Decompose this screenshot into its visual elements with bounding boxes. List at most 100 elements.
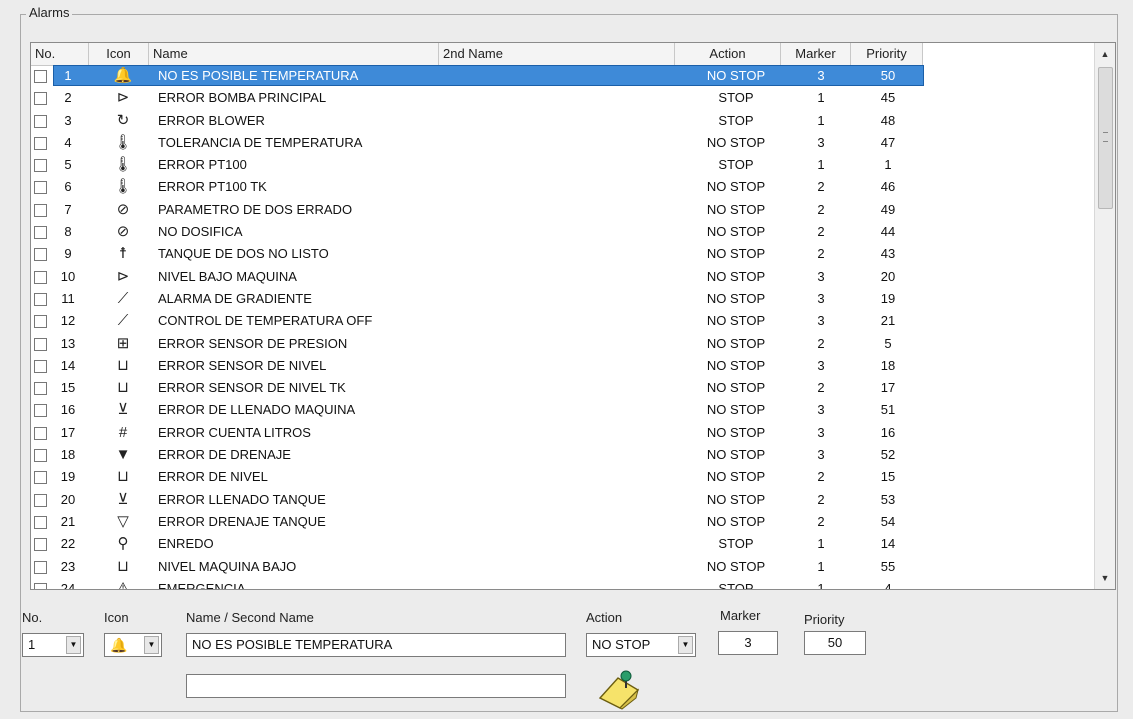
table-row[interactable]: 24 ⚠ EMERGENCIA STOP 1 4 (31, 578, 1091, 590)
table-row[interactable]: 14 ⊔ ERROR SENSOR DE NIVEL NO STOP 3 18 (31, 355, 1091, 377)
thermometer-icon: 🌡 (113, 178, 133, 196)
table-row[interactable]: 16 ⊻ ERROR DE LLENADO MAQUINA NO STOP 3 51 (31, 399, 1091, 421)
table-row[interactable]: 11 ⟋ ALARMA DE GRADIENTE NO STOP 3 19 (31, 288, 1091, 310)
table-row[interactable]: 18 ▼ ERROR DE DRENAJE NO STOP 3 52 (31, 444, 1091, 466)
action-select[interactable]: NO STOP ▼ (586, 633, 696, 657)
row-marker: 1 (817, 112, 825, 128)
row-checkbox[interactable] (34, 248, 47, 262)
table-row[interactable]: 6 🌡 ERROR PT100 TK NO STOP 2 46 (31, 176, 1091, 198)
row-checkbox[interactable] (34, 337, 47, 351)
name-input[interactable]: NO ES POSIBLE TEMPERATURA (186, 633, 566, 657)
table-row[interactable]: 22 ⚲ ENREDO STOP 1 14 (31, 533, 1091, 555)
table-row[interactable]: 13 ⊞ ERROR SENSOR DE PRESION NO STOP 2 5 (31, 333, 1091, 355)
row-marker: 3 (817, 424, 825, 440)
dosing-icon: ⊘ (116, 200, 130, 218)
vertical-scrollbar[interactable]: ▲ ▼ (1094, 43, 1115, 589)
table-row[interactable]: 1 🔔 NO ES POSIBLE TEMPERATURA NO STOP 3 50 (31, 65, 1091, 87)
row-priority: 4 (884, 580, 892, 590)
header-priority[interactable]: Priority (851, 43, 923, 65)
row-checkbox[interactable] (34, 493, 47, 507)
row-checkbox[interactable] (34, 292, 47, 306)
row-checkbox[interactable] (34, 449, 47, 463)
note-pin-icon[interactable] (596, 668, 642, 710)
table-row[interactable]: 5 🌡 ERROR PT100 STOP 1 1 (31, 154, 1091, 176)
row-action: NO STOP (706, 68, 766, 83)
table-row[interactable]: 7 ⊘ PARAMETRO DE DOS ERRADO NO STOP 2 49 (31, 199, 1091, 221)
row-checkbox[interactable] (34, 538, 47, 552)
row-priority: 50 (880, 68, 896, 83)
row-name: ERROR DE NIVEL (158, 469, 268, 485)
drain-icon: ▼ (115, 446, 131, 464)
row-checkbox[interactable] (34, 426, 47, 440)
row-checkbox[interactable] (34, 560, 47, 574)
header-action[interactable]: Action (675, 43, 781, 65)
gradient-icon: ⟋ (117, 312, 129, 330)
row-name: ALARMA DE GRADIENTE (158, 290, 312, 306)
header-icon[interactable]: Icon (89, 43, 149, 65)
alarm-list[interactable]: No. Icon Name 2nd Name Action Marker Pri… (30, 42, 1116, 590)
row-priority: 52 (880, 447, 896, 463)
row-checkbox[interactable] (34, 471, 47, 485)
row-checkbox[interactable] (34, 226, 47, 240)
alarm-list-header: No. Icon Name 2nd Name Action Marker Pri… (31, 43, 923, 66)
row-checkbox[interactable] (34, 382, 47, 396)
table-row[interactable]: 19 ⊔ ERROR DE NIVEL NO STOP 2 15 (31, 466, 1091, 488)
table-row[interactable]: 20 ⊻ ERROR LLENADO TANQUE NO STOP 2 53 (31, 489, 1091, 511)
table-row[interactable]: 10 ⊳ NIVEL BAJO MAQUINA NO STOP 3 20 (31, 266, 1091, 288)
row-number: 17 (60, 424, 76, 440)
row-checkbox[interactable] (34, 515, 47, 529)
alarm-rows: 1 🔔 NO ES POSIBLE TEMPERATURA NO STOP 3 50 2 ⊳ E… (31, 65, 1091, 590)
row-checkbox[interactable] (34, 404, 47, 418)
row-number: 3 (64, 112, 72, 128)
table-row[interactable]: 12 ⟋ CONTROL DE TEMPERATURA OFF NO STOP 3 21 (31, 310, 1091, 332)
row-action: NO STOP (706, 268, 766, 284)
level-sensor-icon: ⊔ (117, 356, 129, 374)
table-row[interactable]: 2 ⊳ ERROR BOMBA PRINCIPAL STOP 1 45 (31, 87, 1091, 109)
header-second-name[interactable]: 2nd Name (439, 43, 675, 65)
table-row[interactable]: 21 ▽ ERROR DRENAJE TANQUE NO STOP 2 54 (31, 511, 1091, 533)
row-checkbox[interactable] (34, 92, 47, 106)
row-priority: 16 (880, 424, 896, 440)
table-row[interactable]: 17 # ERROR CUENTA LITROS NO STOP 3 16 (31, 422, 1091, 444)
row-priority: 43 (880, 246, 896, 262)
row-checkbox[interactable] (34, 136, 47, 150)
row-action: STOP (718, 536, 754, 552)
table-row[interactable]: 4 🌡 TOLERANCIA DE TEMPERATURA NO STOP 3 47 (31, 132, 1091, 154)
header-no[interactable]: No. (31, 43, 89, 65)
row-number: 13 (60, 335, 76, 351)
row-checkbox[interactable] (34, 315, 47, 329)
row-checkbox[interactable] (34, 181, 47, 195)
row-checkbox[interactable] (34, 159, 47, 173)
row-checkbox[interactable] (34, 270, 47, 284)
table-row[interactable]: 8 ⊘ NO DOSIFICA NO STOP 2 44 (31, 221, 1091, 243)
row-action: NO STOP (706, 357, 766, 373)
table-row[interactable]: 9 ☨ TANQUE DE DOS NO LISTO NO STOP 2 43 (31, 243, 1091, 265)
chevron-down-icon[interactable]: ▼ (678, 636, 693, 654)
row-marker: 2 (817, 380, 825, 396)
header-marker[interactable]: Marker (781, 43, 851, 65)
row-checkbox[interactable] (34, 114, 47, 128)
row-checkbox[interactable] (34, 203, 47, 217)
chevron-down-icon[interactable]: ▼ (66, 636, 81, 654)
second-name-input[interactable] (186, 674, 566, 698)
table-row[interactable]: 15 ⊔ ERROR SENSOR DE NIVEL TK NO STOP 2 17 (31, 377, 1091, 399)
row-number: 15 (60, 380, 76, 396)
header-name[interactable]: Name (149, 43, 439, 65)
row-checkbox[interactable] (34, 70, 47, 83)
row-action: NO STOP (706, 335, 766, 351)
row-checkbox[interactable] (34, 359, 47, 373)
no-select[interactable]: 1 ▼ (22, 633, 84, 657)
row-priority: 47 (880, 134, 896, 150)
scroll-thumb[interactable] (1098, 67, 1113, 209)
table-row[interactable]: 23 ⊔ NIVEL MAQUINA BAJO NO STOP 1 55 (31, 556, 1091, 578)
row-action: NO STOP (706, 424, 766, 440)
row-checkbox[interactable] (34, 582, 47, 589)
scroll-up-icon[interactable]: ▲ (1095, 45, 1115, 63)
table-row[interactable]: 3 ↻ ERROR BLOWER STOP 1 48 (31, 110, 1091, 132)
row-name: ERROR DE DRENAJE (158, 447, 291, 463)
marker-input[interactable]: 3 (718, 631, 778, 655)
chevron-down-icon[interactable]: ▼ (144, 636, 159, 654)
icon-select[interactable]: 🔔 ▼ (104, 633, 162, 657)
priority-input[interactable]: 50 (804, 631, 866, 655)
scroll-down-icon[interactable]: ▼ (1095, 569, 1115, 587)
